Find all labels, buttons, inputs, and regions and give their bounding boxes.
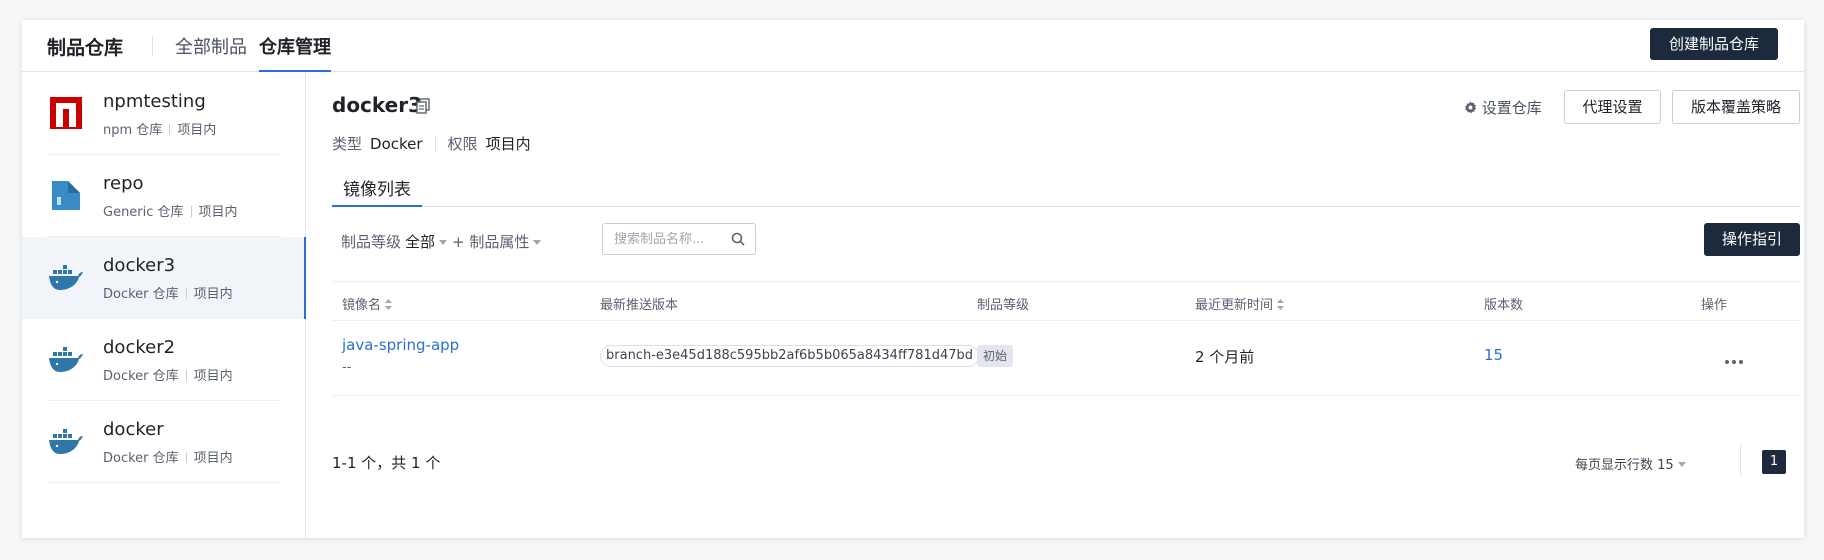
sort-icon	[1277, 299, 1285, 310]
repo-item-docker3[interactable]: docker3 Docker 仓库 项目内	[22, 237, 306, 319]
col-level: 制品等级	[977, 298, 1030, 313]
table-row: java-spring-app -- branch-e3e45d188c595b…	[332, 321, 1800, 396]
col-latest-version: 最新推送版本	[600, 298, 679, 313]
level-filter[interactable]: 制品等级 全部	[341, 231, 448, 252]
repo-name: repo	[103, 173, 144, 194]
version-count-link[interactable]: 15	[1484, 346, 1503, 364]
col-updated[interactable]: 最近更新时间	[1195, 294, 1285, 313]
npm-icon	[50, 97, 82, 129]
table-header: 镜像名 最新推送版本 制品等级 最近更新时间 版本数 操作	[332, 281, 1800, 321]
repo-meta: npm 仓库 项目内	[103, 123, 217, 138]
repo-settings-link[interactable]: 设置仓库	[1464, 97, 1542, 118]
image-name-link[interactable]: java-spring-app	[342, 336, 459, 354]
repo-info: 类型 Docker 权限 项目内	[332, 133, 531, 154]
total-count: 1-1 个，共 1 个	[332, 454, 441, 472]
chevron-down-icon	[439, 240, 448, 245]
page-size-select[interactable]: 每页显示行数 15	[1575, 454, 1686, 473]
attribute-filter[interactable]: + 制品属性	[452, 231, 542, 252]
repo-item-repo[interactable]: repo Generic 仓库 项目内	[22, 155, 306, 237]
app-card: 制品仓库 全部制品 仓库管理 创建制品仓库 npmtesting npm 仓库项…	[22, 20, 1804, 538]
repo-meta: Docker 仓库 项目内	[103, 451, 233, 466]
tab-all-artifacts[interactable]: 全部制品	[175, 33, 247, 72]
proxy-settings-button[interactable]: 代理设置	[1564, 90, 1661, 124]
sort-icon	[385, 299, 393, 310]
col-image-name[interactable]: 镜像名	[342, 294, 393, 313]
repo-name: npmtesting	[103, 91, 206, 112]
updated-time: 2 个月前	[1195, 348, 1255, 366]
search-box	[602, 223, 756, 255]
create-repo-button[interactable]: 创建制品仓库	[1650, 28, 1778, 60]
repo-list: npmtesting npm 仓库 项目内 repo Generic 仓库 项目内 …	[22, 73, 306, 538]
chevron-down-icon	[533, 240, 542, 245]
chevron-down-icon	[1677, 462, 1686, 467]
perm-value: 项目内	[485, 135, 531, 153]
repo-meta: Generic 仓库 项目内	[103, 205, 238, 220]
repo-detail: docker3 类型 Docker 权限 项目内 设置仓库 代理设置 版本覆盖策略 镜…	[332, 73, 1800, 538]
docker-icon	[49, 347, 83, 372]
col-actions: 操作	[1701, 298, 1728, 313]
repo-item-npmtesting[interactable]: npmtesting npm 仓库 项目内	[22, 73, 306, 155]
more-actions-icon[interactable]	[1725, 349, 1746, 368]
type-value: Docker	[370, 135, 423, 153]
search-icon[interactable]	[731, 232, 745, 246]
tab-image-list[interactable]: 镜像列表	[332, 175, 422, 207]
pagination-divider	[1740, 445, 1741, 475]
page-title: 制品仓库	[47, 37, 124, 59]
sub-tabs: 镜像列表	[332, 169, 1800, 207]
col-version-count: 版本数	[1484, 298, 1524, 313]
repo-name: docker	[103, 419, 164, 440]
copy-icon[interactable]	[416, 98, 430, 114]
type-label: 类型	[332, 135, 363, 153]
latest-version-tag: branch-e3e45d188c595bb2af6b5b065a8434ff7…	[600, 345, 980, 367]
repo-item-docker2[interactable]: docker2 Docker 仓库 项目内	[22, 319, 306, 401]
image-description: --	[342, 360, 352, 375]
guide-button[interactable]: 操作指引	[1704, 223, 1800, 256]
page-button-current[interactable]: 1	[1762, 450, 1786, 474]
divider	[47, 482, 281, 483]
repo-title: docker3	[332, 93, 423, 117]
generic-repo-icon	[52, 181, 80, 210]
docker-icon	[49, 429, 83, 454]
repo-item-docker[interactable]: docker Docker 仓库 项目内	[22, 401, 306, 483]
repo-name: docker2	[103, 337, 176, 358]
filter-bar: 制品等级全部 + 制品属性 操作指引	[332, 223, 1800, 259]
version-override-button[interactable]: 版本覆盖策略	[1672, 90, 1800, 124]
tab-repo-management[interactable]: 仓库管理	[259, 33, 331, 72]
repo-name: docker3	[103, 255, 176, 276]
repo-meta: Docker 仓库 项目内	[103, 369, 233, 384]
search-input[interactable]	[603, 224, 723, 254]
perm-label: 权限	[447, 135, 478, 153]
repo-meta: Docker 仓库 项目内	[103, 287, 233, 302]
docker-icon	[49, 265, 83, 290]
title-divider	[152, 36, 153, 56]
top-bar: 制品仓库 全部制品 仓库管理 创建制品仓库	[22, 20, 1804, 72]
level-badge: 初始	[977, 345, 1014, 367]
gear-icon	[1464, 101, 1477, 114]
